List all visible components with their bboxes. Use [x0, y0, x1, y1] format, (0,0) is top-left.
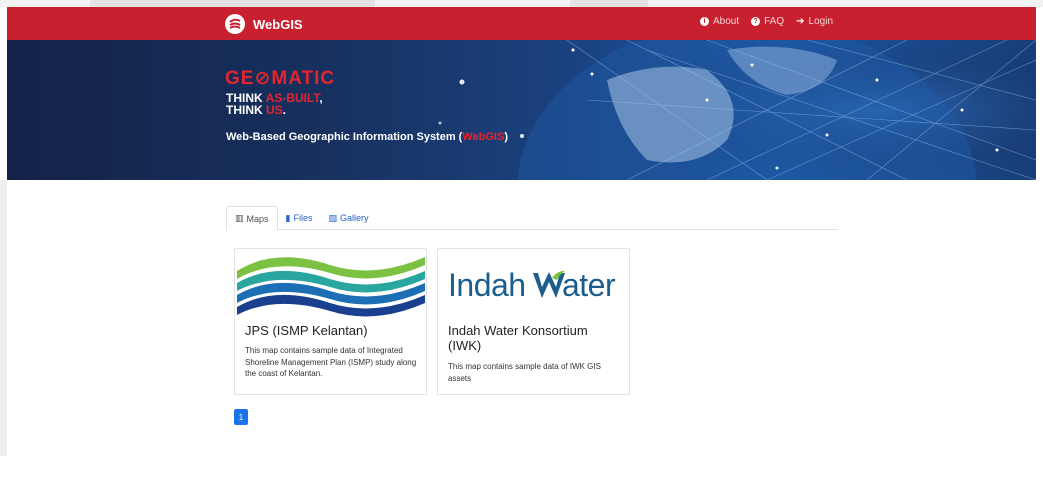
top-strip — [0, 0, 1043, 7]
slogan-2-suffix: . — [282, 103, 287, 117]
nav-about-label: About — [712, 16, 740, 27]
nav-faq-label: FAQ — [764, 16, 785, 27]
banner-tagline: Web-Based Geographic Information System … — [226, 131, 508, 143]
card-title: Indah Water Konsortium (IWK) — [448, 323, 588, 353]
tab-files[interactable]: ▮ Files — [278, 206, 321, 230]
logo-text-ater: ater — [561, 267, 616, 303]
map-card-jps[interactable]: JPS (ISMP Kelantan) This map contains sa… — [234, 248, 427, 395]
left-strip — [0, 180, 7, 456]
content-tabs: ▥ Maps ▮ Files ▧ Gallery — [226, 206, 838, 231]
card-description: This map contains sample data of Integra… — [245, 346, 417, 378]
tagline-highlight: WebGIS — [462, 131, 505, 143]
slogan-2-highlight: US — [266, 103, 283, 117]
card-description: This map contains sample data of IWK GIS… — [448, 362, 601, 383]
images-icon: ▧ — [328, 212, 338, 223]
question-icon: ? — [751, 17, 761, 26]
info-icon: i — [699, 17, 709, 26]
nav-about-link[interactable]: i About — [699, 16, 740, 27]
tab-maps-label: Maps — [246, 213, 269, 224]
page: WebGIS i About ? FAQ ➔ Login GE⊘MATIC TH… — [0, 0, 1043, 494]
navbar: WebGIS i About ? FAQ ➔ Login — [7, 7, 1036, 40]
nav-login-label: Login — [808, 16, 833, 27]
hero-banner: GE⊘MATIC THINK AS-BUILT, THINK US. Web-B… — [7, 40, 1036, 180]
nav-links: i About ? FAQ ➔ Login — [699, 16, 833, 27]
slogan-2-prefix: THINK — [226, 103, 266, 117]
indah-water-logotype: Indah ater — [448, 267, 616, 304]
brand[interactable]: WebGIS — [225, 12, 303, 36]
map-icon: ▥ — [235, 213, 244, 223]
tab-maps[interactable]: ▥ Maps — [226, 206, 278, 231]
tab-gallery[interactable]: ▧ Gallery — [321, 206, 377, 230]
water-w-icon — [532, 270, 565, 298]
brand-name: WebGIS — [253, 16, 303, 32]
logo-text-indah: Indah — [448, 267, 526, 303]
tab-files-label: Files — [293, 213, 313, 223]
slogan-line-2: THINK US. — [226, 103, 286, 117]
indah-water-logo: Indah ater — [438, 249, 629, 319]
tab-gallery-label: Gallery — [340, 213, 369, 223]
tagline-prefix: Web-Based Geographic Information System … — [226, 131, 463, 143]
pagination-page-1[interactable]: 1 — [234, 409, 248, 425]
sign-in-icon: ➔ — [796, 16, 805, 27]
webgis-logo-icon — [225, 14, 245, 34]
nav-login-link[interactable]: ➔ Login — [796, 16, 833, 27]
nav-faq-link[interactable]: ? FAQ — [751, 16, 784, 27]
slogan-1-suffix: , — [319, 91, 323, 105]
card-title: JPS (ISMP Kelantan) — [245, 323, 368, 338]
map-card-iwk[interactable]: Indah ater Indah Water Konsortium (IWK) … — [437, 248, 630, 395]
file-icon: ▮ — [285, 212, 291, 223]
network-globe-graphic — [438, 40, 1036, 180]
geomatic-logo: GE⊘MATIC — [225, 68, 336, 89]
tagline-suffix: ) — [504, 131, 508, 143]
jps-wave-logo — [235, 249, 426, 319]
